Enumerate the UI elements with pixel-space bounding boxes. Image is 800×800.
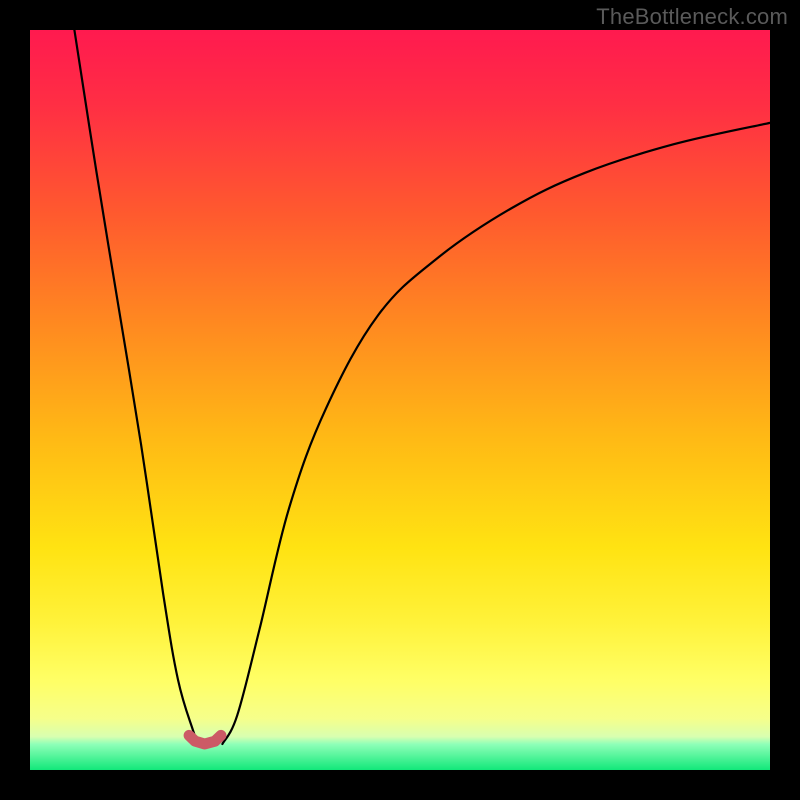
outer-frame: TheBottleneck.com bbox=[0, 0, 800, 800]
dip-markers bbox=[189, 735, 221, 744]
curve-right-branch bbox=[222, 123, 770, 744]
watermark-label: TheBottleneck.com bbox=[596, 4, 788, 30]
curve-left-branch bbox=[74, 30, 198, 744]
curve-layer bbox=[30, 30, 770, 770]
plot-area bbox=[30, 30, 770, 770]
